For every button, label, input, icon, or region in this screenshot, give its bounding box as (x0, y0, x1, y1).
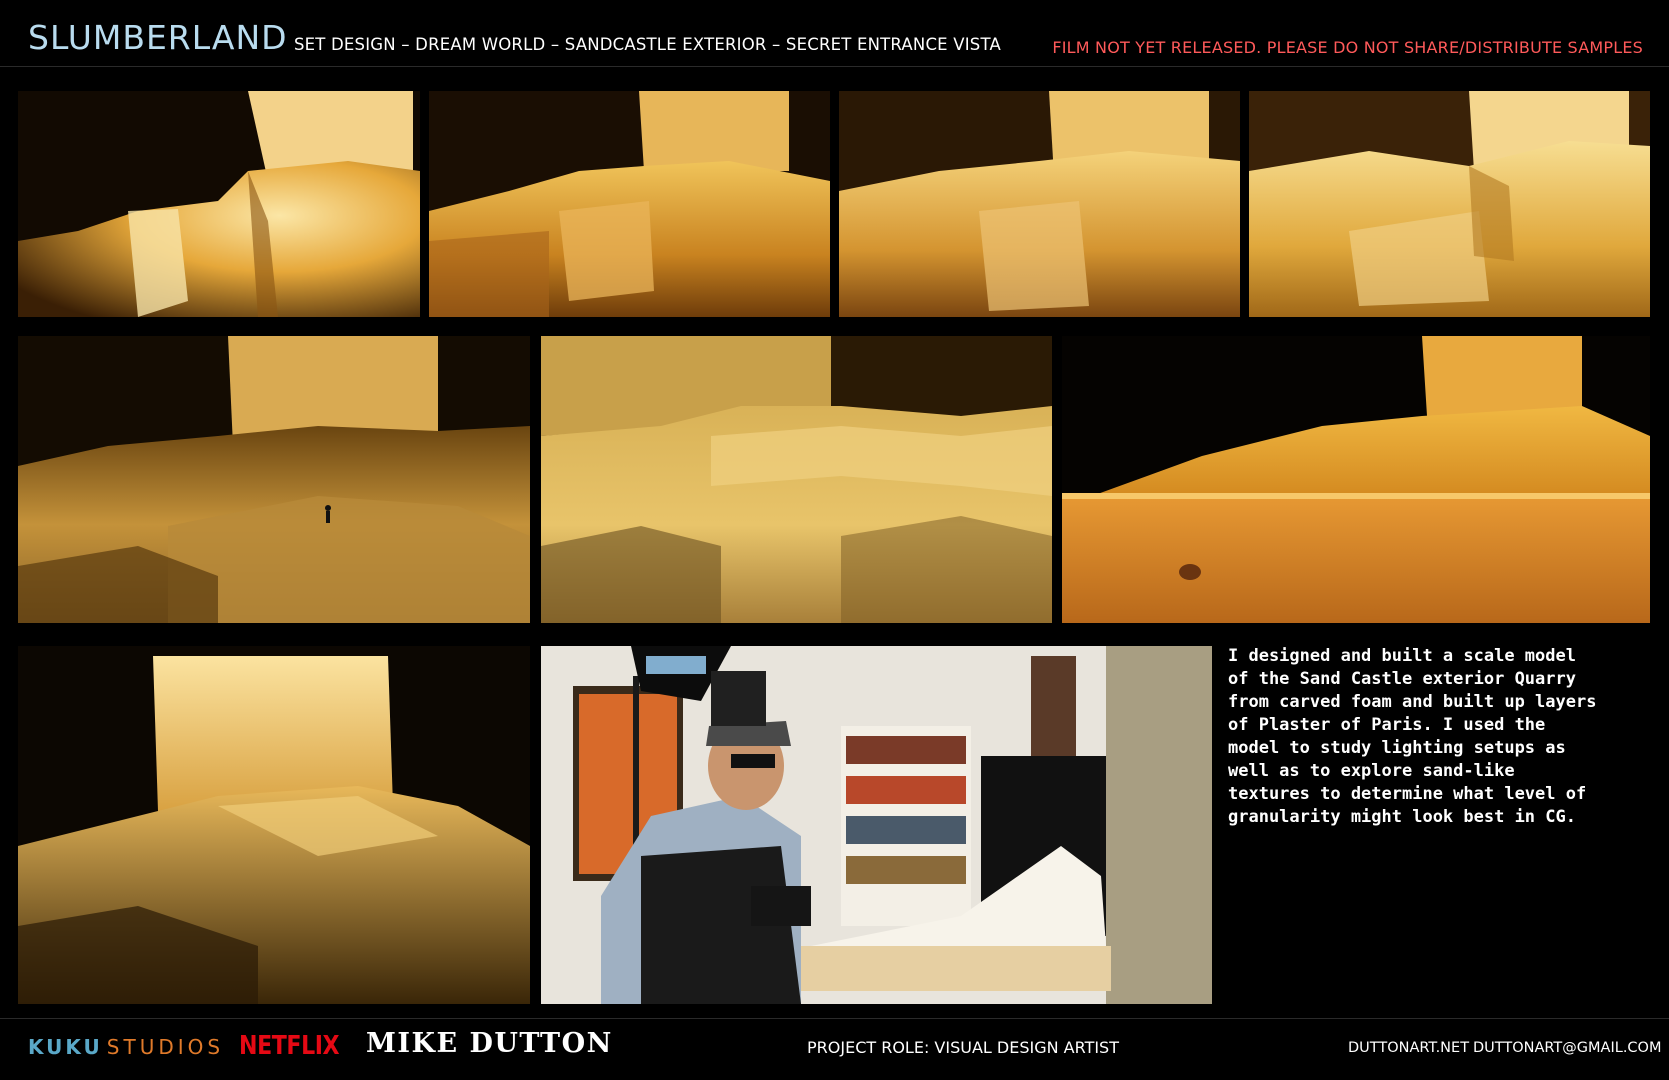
photo-sandcastle-tower (18, 646, 530, 1004)
project-description: I designed and built a scale model of th… (1228, 646, 1597, 827)
email-link[interactable]: DUTTONART@GMAIL.COM (1473, 1040, 1661, 1056)
photo-sandcastle-closeup-1 (18, 91, 420, 317)
page-subtitle: SET DESIGN – DREAM WORLD – SANDCASTLE EX… (294, 35, 1001, 54)
photo-sandcastle-wood-base (1062, 336, 1650, 623)
header-bar: SLUMBERLAND SET DESIGN – DREAM WORLD – S… (0, 0, 1669, 67)
netflix-logo: NETFLIX (239, 1031, 340, 1061)
photo-sandcastle-closeup-3 (839, 91, 1240, 317)
photo-sandcastle-tiny-figure (18, 336, 530, 623)
photo-sandcastle-closeup-4 (1249, 91, 1650, 317)
website-link[interactable]: DUTTONART.NET (1348, 1040, 1469, 1056)
confidentiality-warning: FILM NOT YET RELEASED. PLEASE DO NOT SHA… (1052, 38, 1643, 57)
photo-artist-photographing-model (541, 646, 1212, 1004)
photo-sandcastle-closeup-2 (429, 91, 830, 317)
kuku-studios-logo: KUKU STUDIOS (28, 1035, 225, 1059)
film-logo: SLUMBERLAND (28, 18, 288, 57)
artist-name: MIKE DUTTON (366, 1028, 613, 1059)
photo-sandcastle-dunes (541, 336, 1052, 623)
project-role: PROJECT ROLE: VISUAL DESIGN ARTIST (807, 1038, 1119, 1057)
